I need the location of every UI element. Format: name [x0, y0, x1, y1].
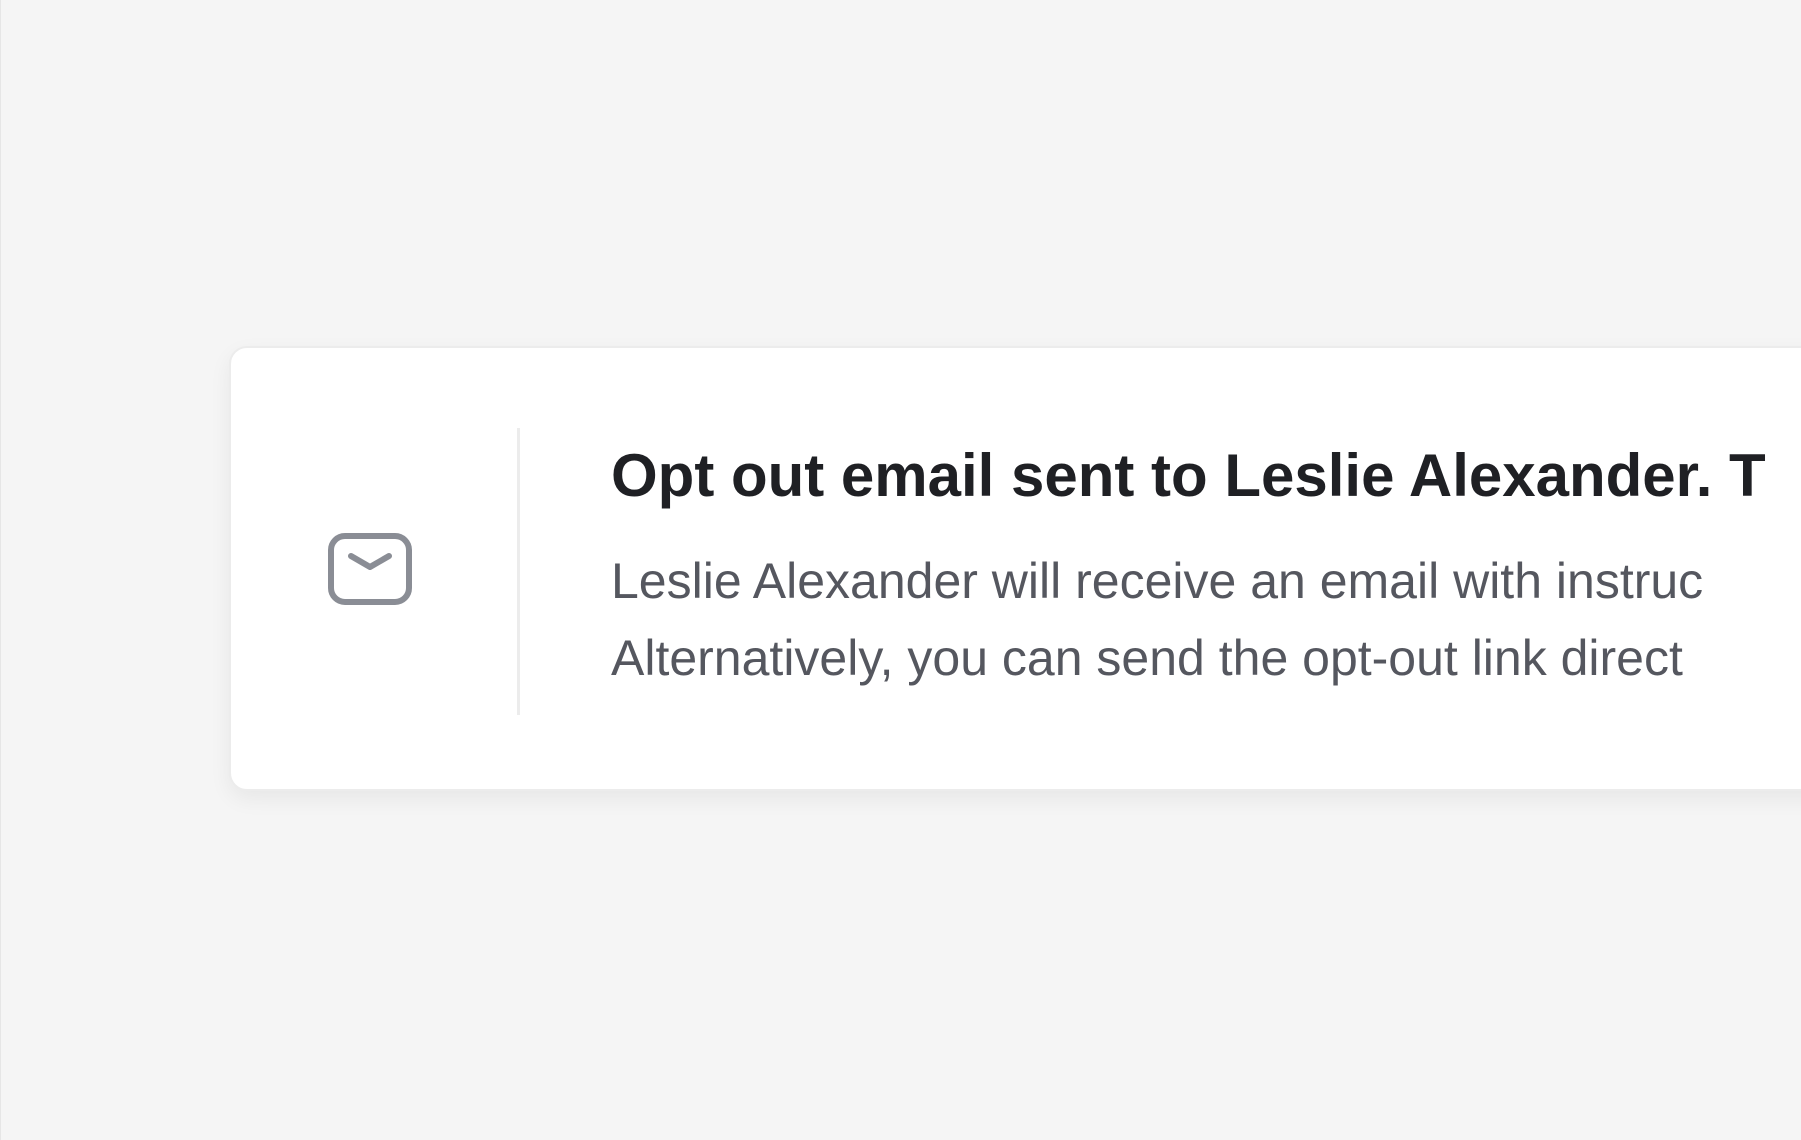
- vertical-divider: [517, 428, 520, 715]
- message-line-1: Leslie Alexander will receive an email w…: [611, 553, 1704, 609]
- left-edge-divider: [0, 0, 1, 1140]
- notification-content: Opt out email sent to Leslie Alexander. …: [611, 443, 1801, 697]
- notification-message: Leslie Alexander will receive an email w…: [611, 543, 1801, 697]
- page-background: Opt out email sent to Leslie Alexander. …: [0, 0, 1801, 1140]
- message-line-2: Alternatively, you can send the opt-out …: [611, 630, 1683, 686]
- mail-icon: [326, 531, 414, 607]
- opt-out-notification: Opt out email sent to Leslie Alexander. …: [229, 346, 1801, 791]
- notification-title: Opt out email sent to Leslie Alexander. …: [611, 442, 1766, 509]
